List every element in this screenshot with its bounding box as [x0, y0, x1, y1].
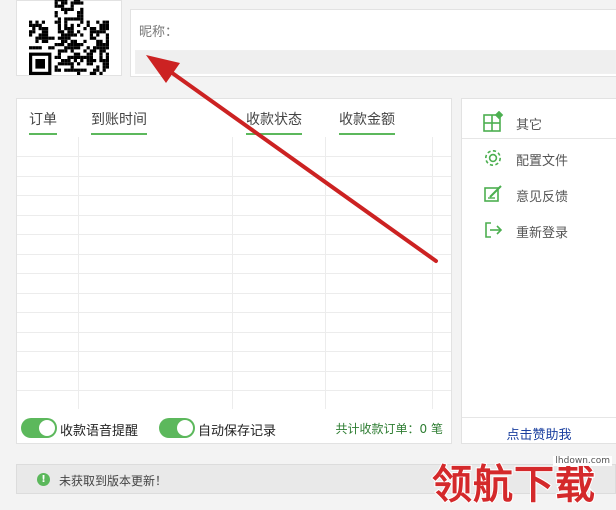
voice-reminder-label: 收款语音提醒	[60, 424, 139, 439]
sidebar-item-label: 其它	[516, 118, 543, 133]
sidebar-item-label: 意见反馈	[516, 190, 569, 205]
sidebar: 其它 配置文件 意见反馈 重新登录 点击赞助我	[461, 98, 616, 444]
sidebar-item-relogin[interactable]: 重新登录	[462, 213, 616, 247]
nickname-panel: 昵称：	[130, 9, 616, 77]
nickname-label: 昵称：	[139, 25, 179, 40]
logout-icon	[482, 219, 504, 241]
grid-row-line	[17, 215, 451, 216]
grid-row-line	[17, 234, 451, 235]
grid-row-line	[17, 254, 451, 255]
column-header-payment-status[interactable]: 收款状态	[246, 109, 302, 135]
column-header-arrival-time[interactable]: 到账时间	[91, 109, 147, 135]
grid-icon	[482, 110, 504, 133]
grid-row-line	[17, 390, 451, 391]
grid-row-line	[17, 176, 451, 177]
sponsor-link[interactable]: 点击赞助我	[462, 417, 616, 445]
grid-row-line	[17, 371, 451, 372]
watermark-url: lhdown.com	[553, 456, 612, 466]
sidebar-item-label: 配置文件	[516, 154, 569, 169]
column-header-amount[interactable]: 收款金额	[339, 109, 395, 135]
sidebar-item-config[interactable]: 配置文件	[462, 141, 616, 175]
edit-icon	[482, 183, 504, 205]
grid-row-line	[17, 332, 451, 333]
grid-row-line	[17, 156, 451, 157]
status-message: 未获取到版本更新！	[59, 474, 168, 488]
auto-save-label: 自动保存记录	[198, 424, 277, 439]
grid-row-line	[17, 293, 451, 294]
toggle-knob	[177, 420, 193, 436]
orders-footer: 收款语音提醒 自动保存记录 共计收款订单：0 笔	[17, 413, 451, 443]
grid-row-line	[17, 351, 451, 352]
nickname-field[interactable]	[135, 50, 616, 74]
column-header-order[interactable]: 订单	[29, 109, 57, 135]
orders-grid[interactable]	[17, 137, 451, 409]
info-icon: !	[37, 473, 50, 486]
qr-code-image	[29, 0, 109, 75]
watermark-logo: 领航下载 lhdown.com	[431, 448, 616, 510]
gear-icon	[482, 147, 504, 169]
grid-row-line	[17, 312, 451, 313]
toggle-knob	[39, 420, 55, 436]
grid-row-line	[17, 273, 451, 274]
total-orders-count: 共计收款订单：0 笔	[335, 422, 443, 436]
auto-save-toggle[interactable]	[159, 418, 195, 438]
sidebar-item-feedback[interactable]: 意见反馈	[462, 177, 616, 211]
sidebar-item-label: 重新登录	[516, 226, 569, 241]
voice-reminder-toggle[interactable]	[21, 418, 57, 438]
orders-table: 订单 到账时间 收款状态 收款金额 收款语音提醒 自动保存记录 共计收款订单：0…	[16, 98, 452, 444]
grid-row-line	[17, 195, 451, 196]
qr-code	[16, 0, 122, 76]
sidebar-item-other[interactable]: 其它	[462, 105, 616, 139]
